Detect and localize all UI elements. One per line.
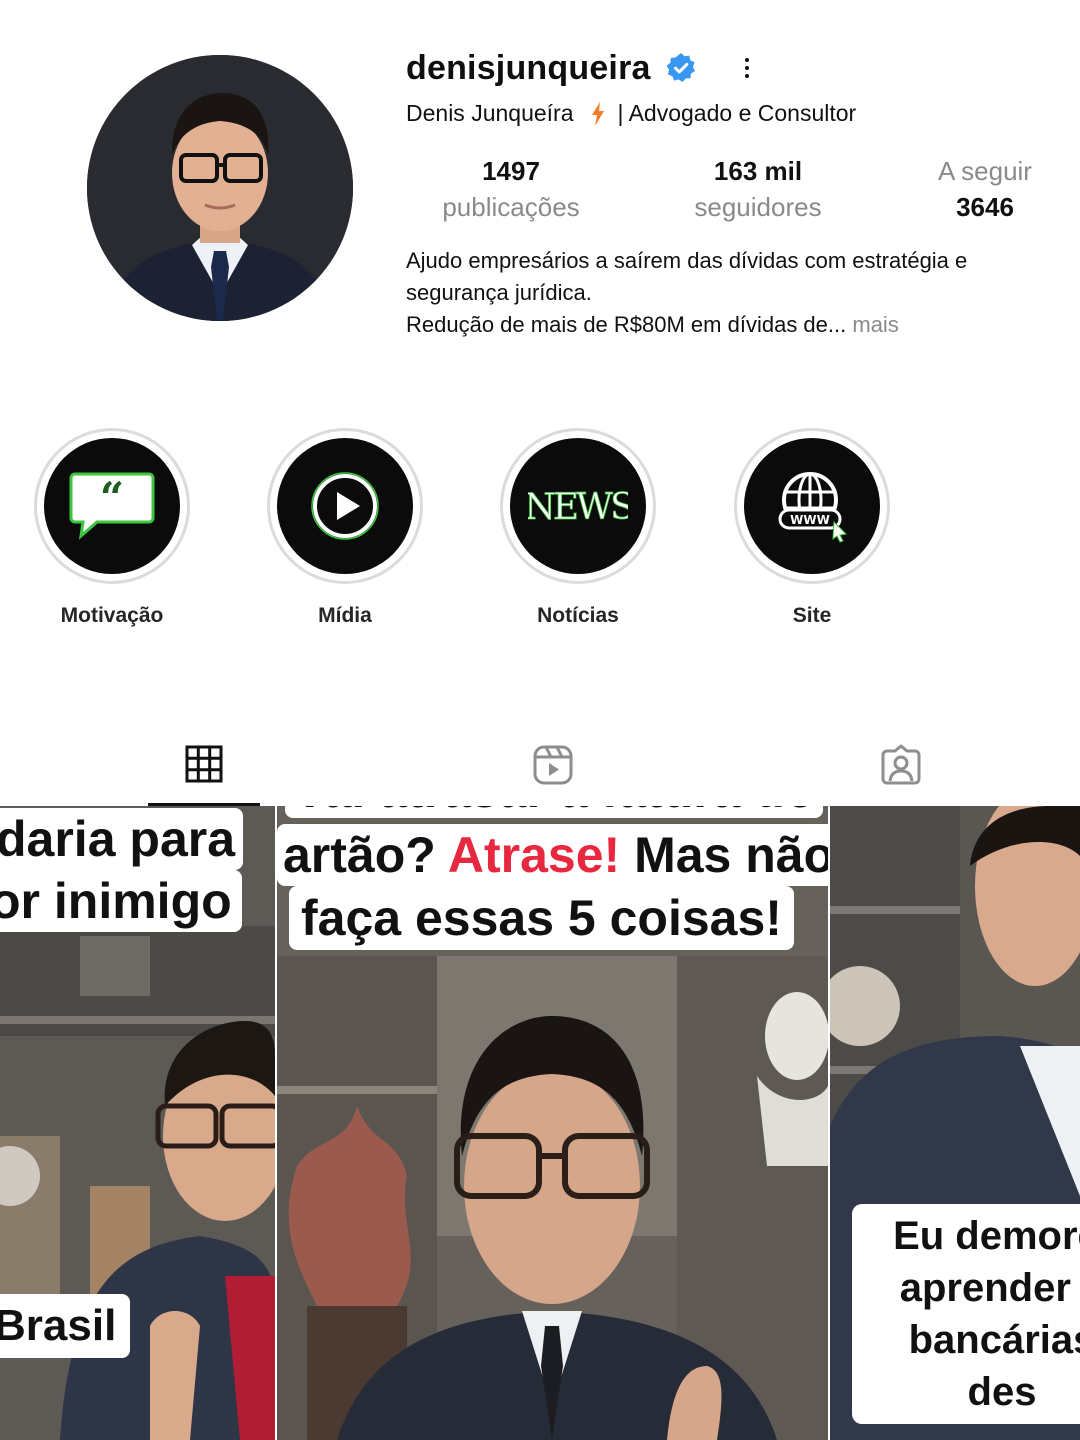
tab-reels[interactable] (497, 740, 609, 806)
highlight-ring (267, 428, 423, 584)
highlight-site[interactable]: WWW Site (732, 428, 892, 628)
more-options-icon[interactable] (735, 51, 759, 85)
post-caption: Vai atrasar a fatura do (285, 806, 824, 818)
avatar-photo (87, 55, 353, 321)
post-tile[interactable]: Eu demorei aprender a bancárias des (830, 806, 1080, 1440)
bio-line: Redução de mais de R$80M em dívidas de..… (406, 312, 847, 337)
highlight-noticias[interactable]: NEWS Notícias (498, 428, 658, 628)
highlight-midia[interactable]: Mídia (265, 428, 425, 628)
posts-stat: 1497 publicações (436, 153, 586, 225)
caption-prefix: artão? (283, 827, 436, 883)
verified-badge-icon (666, 53, 695, 82)
following-label: A seguir (938, 156, 1032, 186)
post-caption: bancárias (908, 1318, 1080, 1362)
svg-text:“: “ (100, 473, 124, 522)
highlight-label: Site (792, 604, 832, 627)
highlight-motivacao[interactable]: “ Motivação (32, 428, 192, 628)
followers-stat[interactable]: 163 mil seguidores (688, 153, 828, 225)
username-row: denisjunqueira (406, 46, 759, 90)
post-caption: daria para (0, 808, 244, 870)
post-caption: aprender a (899, 1266, 1080, 1310)
caption-highlight: Atrase! (447, 827, 621, 883)
tagged-icon (881, 744, 921, 785)
post-caption: Eu demorei (893, 1214, 1080, 1258)
profile-avatar[interactable] (87, 55, 353, 321)
highlight-ring: WWW (734, 428, 890, 584)
post-caption: des (967, 1370, 1037, 1414)
post-caption: Brasil (0, 1294, 131, 1358)
highlight-ring: NEWS (500, 428, 656, 584)
highlight-label: Motivação (60, 604, 164, 627)
post-caption: artão? Atrase! Mas não (277, 824, 828, 886)
followers-label: seguidores (694, 192, 822, 222)
bio-more-link[interactable]: mais (852, 312, 898, 337)
bio-line: Ajudo empresários a saírem das dívidas c… (406, 248, 968, 273)
highlight-ring: “ (34, 428, 190, 584)
svg-text:WWW: WWW (790, 513, 830, 527)
following-stat[interactable]: A seguir 3646 (930, 153, 1040, 225)
post-tile[interactable]: Vai atrasar a fatura do artão? Atrase! M… (277, 806, 828, 1440)
following-count: 3646 (956, 192, 1014, 222)
play-icon (311, 472, 379, 540)
posts-grid: daria para or inimigo Brasil Vai atrasar… (0, 806, 1080, 1440)
grid-icon (185, 745, 223, 783)
bio-line: segurança jurídica. (406, 280, 592, 305)
profile-bio: Ajudo empresários a saírem das dívidas c… (406, 245, 1056, 341)
globe-www-icon: WWW (778, 472, 848, 543)
highlight-label: Mídia (318, 604, 372, 627)
profile-tabs (0, 740, 1080, 806)
post-caption: or inimigo (0, 870, 242, 932)
tab-posts[interactable] (148, 740, 260, 806)
news-icon: NEWS (528, 487, 628, 529)
svg-text:NEWS: NEWS (528, 487, 628, 528)
post-caption: faça essas 5 coisas! (289, 886, 794, 950)
reels-icon (533, 745, 573, 785)
followers-count: 163 mil (713, 156, 803, 186)
tab-tagged[interactable] (845, 740, 957, 806)
username: denisjunqueira (406, 48, 651, 87)
caption-suffix: Mas não (634, 827, 828, 883)
posts-label: publicações (442, 192, 580, 222)
full-name: Denis Junqueíra (406, 100, 574, 126)
post-tile[interactable]: daria para or inimigo Brasil (0, 806, 275, 1440)
lightning-icon (591, 101, 604, 126)
profile-fullname-row: Denis Junqueíra | Advogado e Consultor (406, 100, 856, 127)
profile-title: | Advogado e Consultor (617, 100, 857, 126)
quote-icon: “ (69, 472, 155, 540)
post-caption-block: Eu demorei aprender a bancárias des (852, 1204, 1080, 1424)
highlight-label: Notícias (537, 604, 619, 627)
posts-count: 1497 (482, 156, 540, 186)
